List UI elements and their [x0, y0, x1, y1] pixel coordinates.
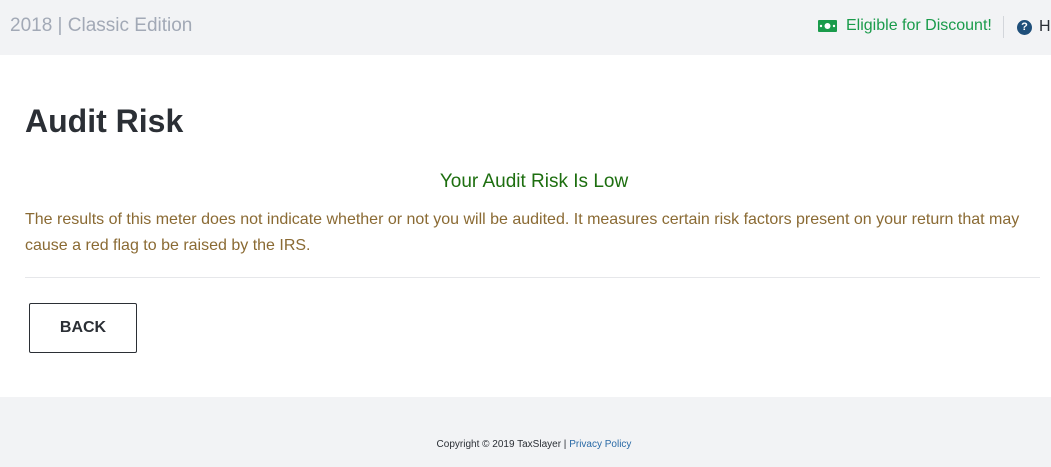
audit-risk-status: Your Audit Risk Is Low: [439, 171, 629, 192]
privacy-policy-link[interactable]: Privacy Policy: [569, 439, 631, 450]
discount-link[interactable]: Eligible for Discount!: [818, 17, 992, 35]
copyright-text: Copyright © 2019 TaxSlayer: [436, 439, 562, 450]
money-icon: [818, 20, 837, 32]
main-content: Audit Risk Your Audit Risk Is Low The re…: [0, 55, 1051, 397]
footer-separator: |: [561, 439, 570, 450]
back-button[interactable]: BACK: [29, 303, 137, 353]
help-label: H: [1039, 18, 1051, 35]
audit-risk-description: The results of this meter does not indic…: [25, 211, 1020, 254]
discount-label: Eligible for Discount!: [846, 17, 992, 34]
content-separator: [25, 277, 1040, 278]
footer-text: Copyright © 2019 TaxSlayer | Privacy Pol…: [0, 439, 1051, 450]
edition-label: 2018 | Classic Edition: [10, 15, 193, 36]
page-title: Audit Risk: [25, 103, 184, 139]
question-circle-icon: ?: [1017, 19, 1032, 35]
top-bar: 2018 | Classic Edition Eligible for Disc…: [0, 0, 1051, 55]
footer: Copyright © 2019 TaxSlayer | Privacy Pol…: [0, 397, 1051, 467]
header-divider: [1003, 16, 1004, 38]
help-link[interactable]: ? H: [1017, 18, 1051, 36]
